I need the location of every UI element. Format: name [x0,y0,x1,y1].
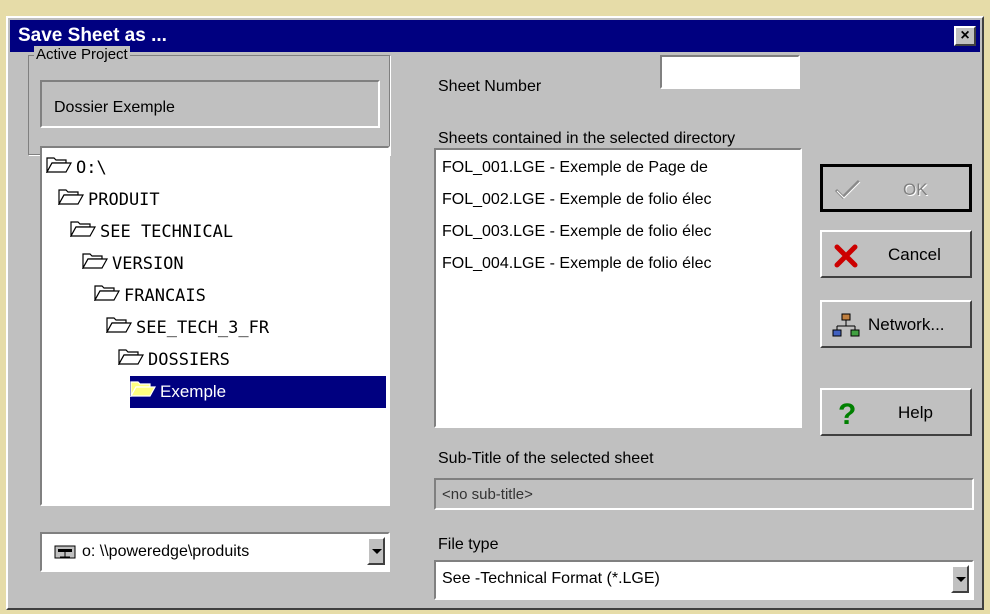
tree-item-label: SEE TECHNICAL [100,222,234,242]
list-item[interactable]: FOL_001.LGE - Exemple de Page de [442,152,796,184]
ok-button[interactable]: OK [820,164,972,212]
folder-open-icon [129,376,157,408]
tree-item[interactable]: DOSSIERS [117,344,230,376]
sheet-number-input[interactable] [660,55,800,89]
chevron-down-icon [956,577,966,582]
active-project-label: Active Project [34,46,130,63]
subtitle-field: <no sub-title> [434,478,974,510]
title-bar[interactable]: Save Sheet as ... × [10,20,980,52]
drive-value: o: \\poweredge\produits [82,543,250,560]
folder-open-icon [105,312,133,344]
cancel-button[interactable]: Cancel [820,230,972,278]
folder-tree[interactable]: O:\ PRODUIT SEE TECHNICAL VERSION FRANCAIS SE… [40,146,390,506]
help-label: Help [898,403,933,422]
sheet-number-label: Sheet Number [438,78,542,95]
tree-item[interactable]: O:\ [45,152,107,184]
tree-item-label: Exemple [160,382,227,401]
checkmark-icon [833,177,863,206]
svg-text:?: ? [838,398,856,428]
ok-label: OK [903,180,928,199]
folder-open-icon [45,152,73,184]
file-type-label: File type [438,536,499,553]
cancel-label: Cancel [888,245,941,264]
tree-item[interactable]: Exemple [129,376,386,408]
dialog-title: Save Sheet as ... [18,25,167,46]
close-icon: × [960,27,970,44]
close-button[interactable]: × [954,26,976,46]
folder-open-icon [57,184,85,216]
active-project-field: Dossier Exemple [40,80,380,128]
network-label: Network... [868,315,945,334]
help-question-icon: ? [836,396,860,433]
sheets-list[interactable]: FOL_001.LGE - Exemple de Page de FOL_002.… [434,148,802,428]
tree-item-label: FRANCAIS [124,286,206,306]
folder-open-icon [117,344,145,376]
network-icon [832,312,860,345]
drive-select[interactable]: o: \\poweredge\produits [40,532,390,572]
list-item[interactable]: FOL_002.LGE - Exemple de folio élec [442,184,796,216]
folder-open-icon [93,280,121,312]
tree-item[interactable]: SEE_TECH_3_FR [105,312,270,344]
list-item[interactable]: FOL_003.LGE - Exemple de folio élec [442,216,796,248]
tree-item-label: PRODUIT [88,190,160,210]
file-type-value: See -Technical Format (*.LGE) [442,570,660,587]
sheets-list-label: Sheets contained in the selected directo… [438,130,736,147]
tree-item[interactable]: VERSION [81,248,184,280]
drive-dropdown-button[interactable] [367,537,385,565]
help-button[interactable]: ? Help [820,388,972,436]
tree-item-label: SEE_TECH_3_FR [136,318,270,338]
chevron-down-icon [372,549,382,554]
network-drive-icon [54,545,76,564]
tree-item-label: DOSSIERS [148,350,230,370]
tree-item[interactable]: SEE TECHNICAL [69,216,234,248]
file-type-select[interactable]: See -Technical Format (*.LGE) [434,560,974,600]
tree-item[interactable]: PRODUIT [57,184,160,216]
tree-item-label: VERSION [112,254,184,274]
file-type-dropdown-button[interactable] [951,565,969,593]
subtitle-label: Sub-Title of the selected sheet [438,450,654,467]
network-button[interactable]: Network... [820,300,972,348]
list-item[interactable]: FOL_004.LGE - Exemple de folio élec [442,248,796,280]
folder-open-icon [81,248,109,280]
folder-open-icon [69,216,97,248]
tree-item[interactable]: FRANCAIS [93,280,206,312]
tree-item-label: O:\ [76,158,107,178]
cancel-x-icon [832,242,860,275]
